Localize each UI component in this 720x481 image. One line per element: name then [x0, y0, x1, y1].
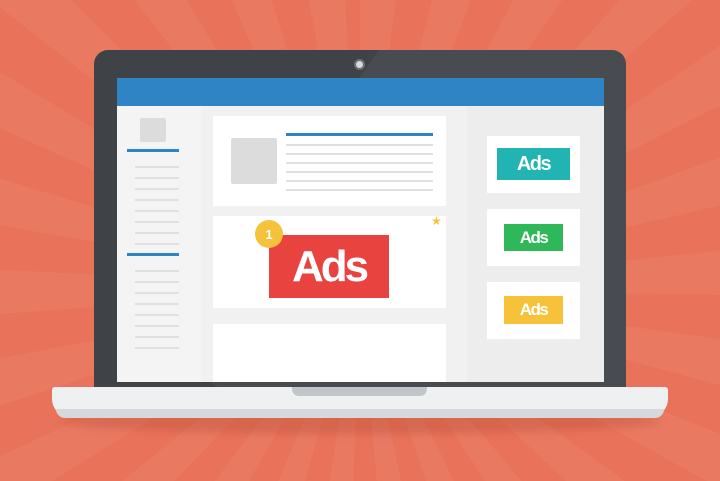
sidebar-item[interactable] [135, 243, 179, 245]
sidebar-item[interactable] [135, 303, 179, 305]
sidebar-item[interactable] [135, 221, 179, 223]
feed-post-card-empty[interactable] [213, 324, 446, 382]
sidebar-item[interactable] [135, 166, 179, 168]
main-ad-banner[interactable]: Ads [269, 235, 389, 298]
post-text-line [286, 171, 433, 173]
sidebar-item[interactable] [135, 210, 179, 212]
side-ad-card[interactable]: Ads [487, 209, 580, 266]
sidebar-item[interactable] [135, 270, 179, 272]
sidebar-active-line [127, 149, 179, 152]
left-sidebar [117, 106, 201, 382]
rank-medal-icon: 1 [255, 220, 283, 248]
webcam-icon [354, 59, 365, 70]
side-ad-yellow[interactable]: Ads [504, 296, 563, 324]
side-ad-card[interactable]: Ads [487, 136, 580, 193]
side-ad-green[interactable]: Ads [504, 224, 563, 251]
sidebar-item[interactable] [135, 347, 179, 349]
laptop-hinge-notch [292, 387, 427, 396]
right-ad-sidebar: Ads Ads Ads [467, 106, 604, 382]
sidebar-item[interactable] [135, 336, 179, 338]
sidebar-item[interactable] [135, 325, 179, 327]
laptop-base-edge [56, 409, 664, 418]
feed-post-card[interactable] [213, 116, 446, 206]
side-ad-teal[interactable]: Ads [497, 148, 570, 180]
post-text-line [286, 162, 433, 164]
sidebar-item[interactable] [135, 188, 179, 190]
sidebar-item[interactable] [135, 314, 179, 316]
sidebar-item[interactable] [135, 281, 179, 283]
post-text-line [286, 144, 433, 146]
post-thumbnail [231, 138, 277, 184]
post-text-line [286, 180, 433, 182]
avatar [140, 118, 166, 142]
side-ad-card[interactable]: Ads [487, 282, 580, 339]
star-icon: ★ [431, 214, 442, 228]
sidebar-item[interactable] [135, 292, 179, 294]
sidebar-item[interactable] [135, 199, 179, 201]
post-title-line [286, 133, 433, 136]
sidebar-item[interactable] [135, 177, 179, 179]
sidebar-item[interactable] [135, 232, 179, 234]
post-text-line [286, 189, 433, 191]
browser-topbar [117, 78, 604, 106]
laptop-screen: Ads 1 ★ Ads Ads Ads [117, 78, 604, 382]
post-text-line [286, 153, 433, 155]
sidebar-active-line [127, 253, 179, 256]
